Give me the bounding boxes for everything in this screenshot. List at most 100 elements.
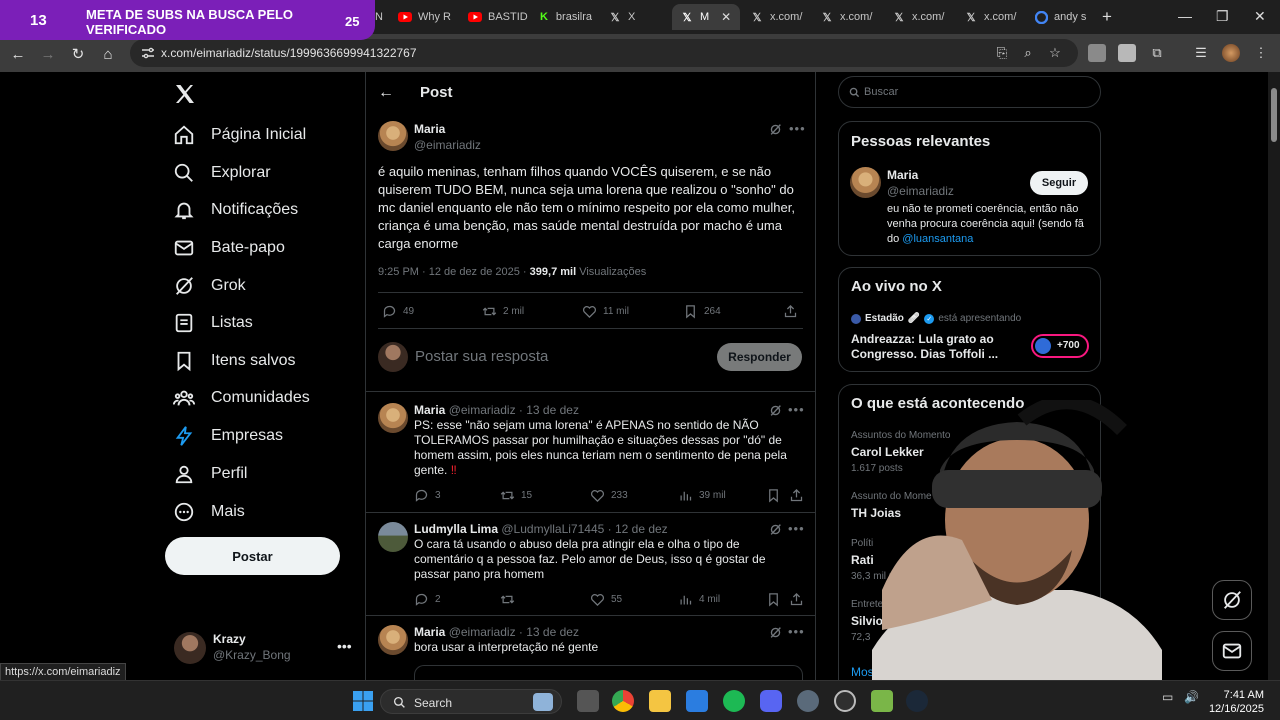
more-icon[interactable]: ••• [788,624,805,639]
grok-icon[interactable] [769,404,782,417]
profile-avatar[interactable] [1222,44,1240,62]
like-action[interactable]: 55 [590,592,622,607]
browser-tab-3[interactable]: BASTID [460,4,530,30]
nav-item-notifications[interactable]: Notificações [173,195,298,225]
ms-store-icon[interactable] [686,690,708,712]
browser-tab-4[interactable]: K brasilra [530,4,600,30]
browser-tab-8[interactable]: 𝕏 x.com/ [812,4,882,30]
grok-icon[interactable] [769,626,782,639]
chrome-icon[interactable] [612,690,634,712]
reply-author-handle[interactable]: @eimariadiz [449,403,516,417]
avatar[interactable] [378,121,408,151]
site-settings-icon[interactable] [140,45,156,61]
scrollbar-thumb[interactable] [1271,88,1277,142]
views-action[interactable]: 39 mil [678,488,726,503]
repost-action[interactable] [500,592,521,607]
post-button[interactable]: Postar [165,537,340,575]
grok-icon[interactable] [769,123,782,136]
home-browser-icon[interactable]: ⌂ [98,44,118,64]
zoom-icon[interactable]: ⌕ [1019,44,1037,62]
discord-icon[interactable] [760,690,782,712]
install-app-icon[interactable]: ⎘ [993,44,1011,62]
bookmark-star-icon[interactable]: ☆ [1046,44,1064,62]
x-logo-icon[interactable] [173,82,197,106]
avatar[interactable] [850,167,881,198]
nav-item-communities[interactable]: Comunidades [173,383,310,413]
back-arrow-icon[interactable]: ← [378,84,394,102]
like-action[interactable]: 11 mil [582,304,629,319]
grok-fab[interactable] [1212,580,1252,620]
extension-icon[interactable] [1118,44,1136,62]
taskbar-clock[interactable]: 7:41 AM 12/16/2025 [1208,688,1264,716]
mention-link[interactable]: @luansantana [902,233,973,245]
browser-tab-10[interactable]: 𝕏 x.com/ [956,4,1026,30]
maximize-icon[interactable]: ❐ [1216,8,1229,25]
share-action[interactable] [783,304,798,319]
relevant-name[interactable]: Maria [887,168,918,182]
browser-tab-2[interactable]: Why R [390,4,460,30]
browser-tab-11[interactable]: andy s [1026,4,1096,30]
nav-item-grok[interactable]: Grok [173,271,246,301]
reply-action[interactable]: 2 [414,592,441,607]
nav-item-business[interactable]: Empresas [173,421,283,451]
nav-item-profile[interactable]: Perfil [173,459,247,489]
repost-action[interactable]: 15 [500,488,532,503]
page-scrollbar[interactable] [1268,72,1280,692]
extension-icon[interactable] [1088,44,1106,62]
close-tab-icon[interactable]: ✕ [721,10,731,24]
reply-author-handle[interactable]: @LudmyllaLi71445 [501,522,604,536]
live-listeners-badge[interactable]: +700 [1031,334,1089,358]
browser-tab-5[interactable]: 𝕏 X [600,4,670,30]
follow-button[interactable]: Seguir [1030,171,1088,195]
settings-gear-icon[interactable] [797,690,819,712]
post-author-handle[interactable]: @eimariadiz [414,138,481,152]
search-input[interactable]: Buscar [838,76,1101,108]
avatar[interactable] [378,625,408,655]
browser-tab-9[interactable]: 𝕏 x.com/ [884,4,954,30]
windows-start-icon[interactable] [352,690,374,712]
repost-action[interactable]: 2 mil [482,304,524,319]
spotify-icon[interactable] [723,690,745,712]
like-action[interactable]: 233 [590,488,628,503]
more-icon[interactable]: ••• [788,402,805,417]
more-icon[interactable]: ••• [337,638,352,654]
grok-icon[interactable] [769,523,782,536]
live-headline[interactable]: Andreazza: Lula grato ao Congresso. Dias… [851,332,1016,362]
live-host[interactable]: Estadão [865,313,904,324]
bookmark-action[interactable] [766,488,781,503]
post-author-name[interactable]: Maria [414,122,445,136]
share-action[interactable] [789,592,804,607]
address-bar[interactable]: x.com/eimariadiz/status/1999636699941322… [130,39,1078,67]
obs-icon[interactable] [834,690,856,712]
nav-item-chat[interactable]: Bate-papo [173,233,285,263]
extensions-puzzle-icon[interactable]: ⧉ [1148,44,1166,62]
reply-action[interactable]: 49 [382,304,414,319]
reply-author-handle[interactable]: @eimariadiz [449,625,516,639]
share-action[interactable] [789,488,804,503]
more-icon[interactable]: ••• [789,121,806,136]
taskbar-search[interactable]: Search [380,689,562,714]
reply-action[interactable]: 3 [414,488,441,503]
task-view-icon[interactable] [577,690,599,712]
app-icon[interactable] [871,690,893,712]
reply-tweet[interactable]: Ludmylla Lima @LudmyllaLi71445 · 12 de d… [378,521,804,608]
reply-author-name[interactable]: Maria [414,625,445,639]
relevant-handle[interactable]: @eimariadiz [887,184,954,198]
browser-tab-7[interactable]: 𝕏 x.com/ [742,4,812,30]
reply-input[interactable]: Postar sua resposta [415,348,548,365]
file-explorer-icon[interactable] [649,690,671,712]
messages-fab[interactable] [1212,631,1252,671]
bookmark-action[interactable] [766,592,781,607]
reading-list-icon[interactable]: ☰ [1192,44,1210,62]
show-more-link[interactable]: Mos [851,665,874,679]
browser-menu-icon[interactable]: ⋮ [1252,44,1270,62]
new-tab-icon[interactable]: + [1102,7,1112,27]
views-action[interactable]: 4 mil [678,592,720,607]
minimize-icon[interactable]: — [1178,8,1192,24]
back-icon[interactable]: ← [8,44,28,64]
close-window-icon[interactable]: ✕ [1254,8,1266,25]
volume-icon[interactable]: 🔊 [1184,690,1200,712]
nav-item-explore[interactable]: Explorar [173,158,271,188]
reply-author-name[interactable]: Maria [414,403,445,417]
nav-item-lists[interactable]: Listas [173,308,253,338]
